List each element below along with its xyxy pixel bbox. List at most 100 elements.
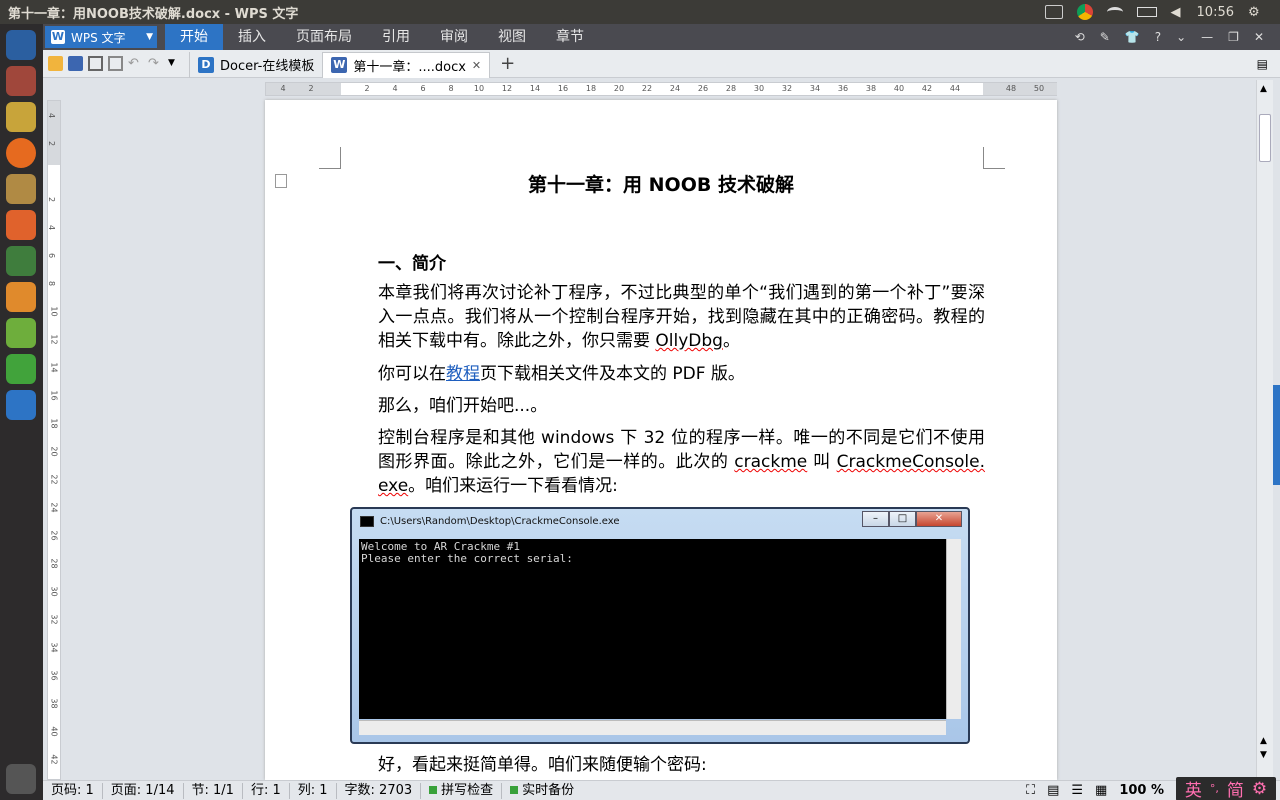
download-manager-icon[interactable] bbox=[6, 246, 36, 276]
app-menu-bar: W WPS 文字 ▼ 开始 插入 页面布局 引用 审阅 视图 章节 ⟲ ✎ 👕 … bbox=[43, 24, 1280, 50]
collapse-ribbon-icon[interactable]: ⌄ bbox=[1176, 30, 1186, 44]
chrome-icon[interactable] bbox=[1076, 4, 1093, 20]
tab-review[interactable]: 审阅 bbox=[425, 24, 483, 50]
tab-insert[interactable]: 插入 bbox=[223, 24, 281, 50]
wps-writer-icon[interactable] bbox=[6, 390, 36, 420]
spell-check-toggle[interactable]: 拼写检查 bbox=[421, 782, 503, 799]
status-word-count[interactable]: 字数: 2703 bbox=[337, 782, 422, 799]
archive-manager-icon[interactable] bbox=[6, 174, 36, 204]
fullscreen-icon[interactable]: ⛶ bbox=[1026, 783, 1035, 798]
web-view-icon[interactable]: ▦ bbox=[1095, 783, 1107, 798]
horizontal-ruler[interactable]: 4 2 2 4 6 8 10 12 14 16 18 20 22 24 26 2… bbox=[265, 82, 1057, 96]
restore-icon[interactable]: ❐ bbox=[1228, 30, 1239, 44]
heading-intro[interactable]: 一、简介 bbox=[378, 249, 446, 274]
android-icon[interactable] bbox=[6, 318, 36, 348]
doc-icon: W bbox=[331, 57, 348, 73]
volume-icon[interactable]: ◀ bbox=[1171, 5, 1183, 20]
ruler-number: 14 bbox=[529, 84, 541, 93]
auto-backup-indicator bbox=[510, 785, 519, 794]
redo-icon[interactable]: ↷ bbox=[148, 56, 163, 71]
help-button[interactable]: ? bbox=[1155, 30, 1161, 44]
window-controls: ⟲ ✎ 👕 ? ⌄ — ❐ ✕ bbox=[1075, 30, 1280, 44]
print-icon[interactable] bbox=[88, 56, 103, 71]
status-column[interactable]: 列: 1 bbox=[290, 782, 337, 799]
tab-close-icon[interactable]: ✕ bbox=[472, 59, 481, 72]
status-section[interactable]: 节: 1/1 bbox=[184, 782, 243, 799]
eclipse-icon[interactable] bbox=[6, 282, 36, 312]
side-panel-toggle[interactable] bbox=[1273, 385, 1280, 485]
console-horizontal-scrollbar bbox=[359, 720, 946, 735]
ime-settings-icon: ⚙ bbox=[1251, 778, 1268, 799]
tab-document[interactable]: W 第十一章：....docx ✕ bbox=[322, 51, 491, 78]
status-row[interactable]: 行: 1 bbox=[243, 782, 290, 799]
scrollbar-thumb[interactable] bbox=[1259, 114, 1271, 162]
spell-check-label: 拼写检查 bbox=[441, 782, 494, 798]
skin-icon[interactable]: 👕 bbox=[1125, 30, 1140, 44]
battery-icon[interactable] bbox=[1136, 7, 1157, 17]
ruler-number: 4 bbox=[392, 84, 398, 93]
wps-app-button[interactable]: W WPS 文字 ▼ bbox=[45, 26, 157, 48]
new-tab-button[interactable]: + bbox=[490, 53, 525, 74]
next-page-icon[interactable]: ▼ bbox=[1260, 750, 1267, 760]
ruler-number: 48 bbox=[1005, 84, 1017, 93]
ruler-number: 2 bbox=[47, 140, 57, 147]
scroll-top-icon[interactable]: ▲ bbox=[1260, 84, 1267, 94]
wifi-icon[interactable] bbox=[1106, 7, 1123, 17]
paragraph-5[interactable]: 好，看起来挺简单得。咱们来随便输个密码: bbox=[342, 753, 985, 777]
toolbar-dropdown-icon[interactable]: ▼ bbox=[168, 56, 183, 71]
tab-document-label: 第十一章：....docx bbox=[353, 59, 466, 75]
minimize-icon[interactable]: — bbox=[1201, 30, 1213, 44]
keyboard-icon[interactable] bbox=[1044, 5, 1063, 19]
tab-view[interactable]: 视图 bbox=[483, 24, 541, 50]
open-folder-icon[interactable] bbox=[48, 56, 63, 71]
tab-page-layout[interactable]: 页面布局 bbox=[281, 24, 367, 50]
ruler-number: 26 bbox=[49, 530, 59, 541]
paragraph-2-before: 你可以在 bbox=[378, 364, 446, 384]
save-icon[interactable] bbox=[68, 56, 83, 71]
document-page[interactable]: 第十一章：用 NOOB 技术破解 一、简介 本章我们将再次讨论补丁程序，不过比典… bbox=[265, 100, 1057, 780]
gear-icon[interactable]: ⚙ bbox=[1248, 5, 1266, 20]
outline-view-icon[interactable]: ☰ bbox=[1071, 783, 1083, 798]
tab-references[interactable]: 引用 bbox=[367, 24, 425, 50]
close-icon[interactable]: ✕ bbox=[1254, 30, 1264, 44]
paragraph-2[interactable]: 你可以在教程页下载相关文件及本文的 PDF 版。 bbox=[342, 362, 985, 386]
ruler-number: 32 bbox=[49, 614, 59, 625]
ruler-number: 40 bbox=[893, 84, 905, 93]
tab-home[interactable]: 开始 bbox=[165, 24, 223, 50]
status-page[interactable]: 页面: 1/14 bbox=[103, 782, 184, 799]
tab-section[interactable]: 章节 bbox=[541, 24, 599, 50]
undo-icon[interactable]: ↶ bbox=[128, 56, 143, 71]
input-method-widget[interactable]: 英 °, 简 ⚙ bbox=[1176, 776, 1276, 800]
paragraph-1[interactable]: 本章我们将再次讨论补丁程序，不过比典型的单个“我们遇到的第一个补丁”要深入一点点… bbox=[342, 281, 985, 353]
software-center-icon[interactable] bbox=[6, 210, 36, 240]
files-icon[interactable] bbox=[6, 66, 36, 96]
document-vertical-scrollbar[interactable]: ▲ ▲ ▼ bbox=[1256, 80, 1273, 780]
page-view-icon[interactable]: ▤ bbox=[1047, 783, 1059, 798]
ruler-number: 38 bbox=[49, 698, 59, 709]
document-title[interactable]: 第十一章：用 NOOB 技术破解 bbox=[265, 170, 1057, 197]
system-top-bar: 第十一章：用NOOB技术破解.docx - WPS 文字 ◀ 10:56 ⚙ bbox=[0, 0, 1280, 24]
clock[interactable]: 10:56 bbox=[1197, 5, 1234, 20]
firefox-icon[interactable] bbox=[6, 138, 36, 168]
vertical-ruler[interactable]: 4 2 2 4 6 8 10 12 14 16 18 20 22 24 26 2… bbox=[47, 100, 61, 780]
dash-icon[interactable] bbox=[6, 30, 36, 60]
auto-backup-toggle[interactable]: 实时备份 bbox=[502, 783, 582, 799]
ruler-number: 6 bbox=[420, 84, 426, 93]
status-page-number[interactable]: 页码: 1 bbox=[43, 782, 103, 799]
crop-mark-right bbox=[983, 147, 1005, 169]
console-screenshot-image[interactable]: C:\Users\Random\Desktop\CrackmeConsole.e… bbox=[350, 507, 970, 744]
chrome-launcher-icon[interactable] bbox=[6, 102, 36, 132]
paragraph-3[interactable]: 那么，咱们开始吧...。 bbox=[342, 394, 985, 418]
edit-icon[interactable]: ✎ bbox=[1100, 30, 1110, 44]
trash-icon[interactable] bbox=[6, 764, 36, 794]
zoom-level[interactable]: 100 % bbox=[1119, 783, 1164, 798]
qt-creator-icon[interactable] bbox=[6, 354, 36, 384]
tutorial-link[interactable]: 教程 bbox=[446, 364, 480, 384]
tab-docer[interactable]: D Docer-在线模板 bbox=[189, 51, 322, 78]
tab-settings-icon[interactable]: ▤ bbox=[1257, 57, 1268, 71]
paragraph-4[interactable]: 控制台程序是和其他 windows 下 32 位的程序一样。唯一的不同是它们不使… bbox=[342, 426, 985, 498]
ruler-number: 16 bbox=[557, 84, 569, 93]
prev-page-icon[interactable]: ▲ bbox=[1260, 736, 1267, 746]
print-preview-icon[interactable] bbox=[108, 56, 123, 71]
sync-icon[interactable]: ⟲ bbox=[1075, 30, 1085, 44]
